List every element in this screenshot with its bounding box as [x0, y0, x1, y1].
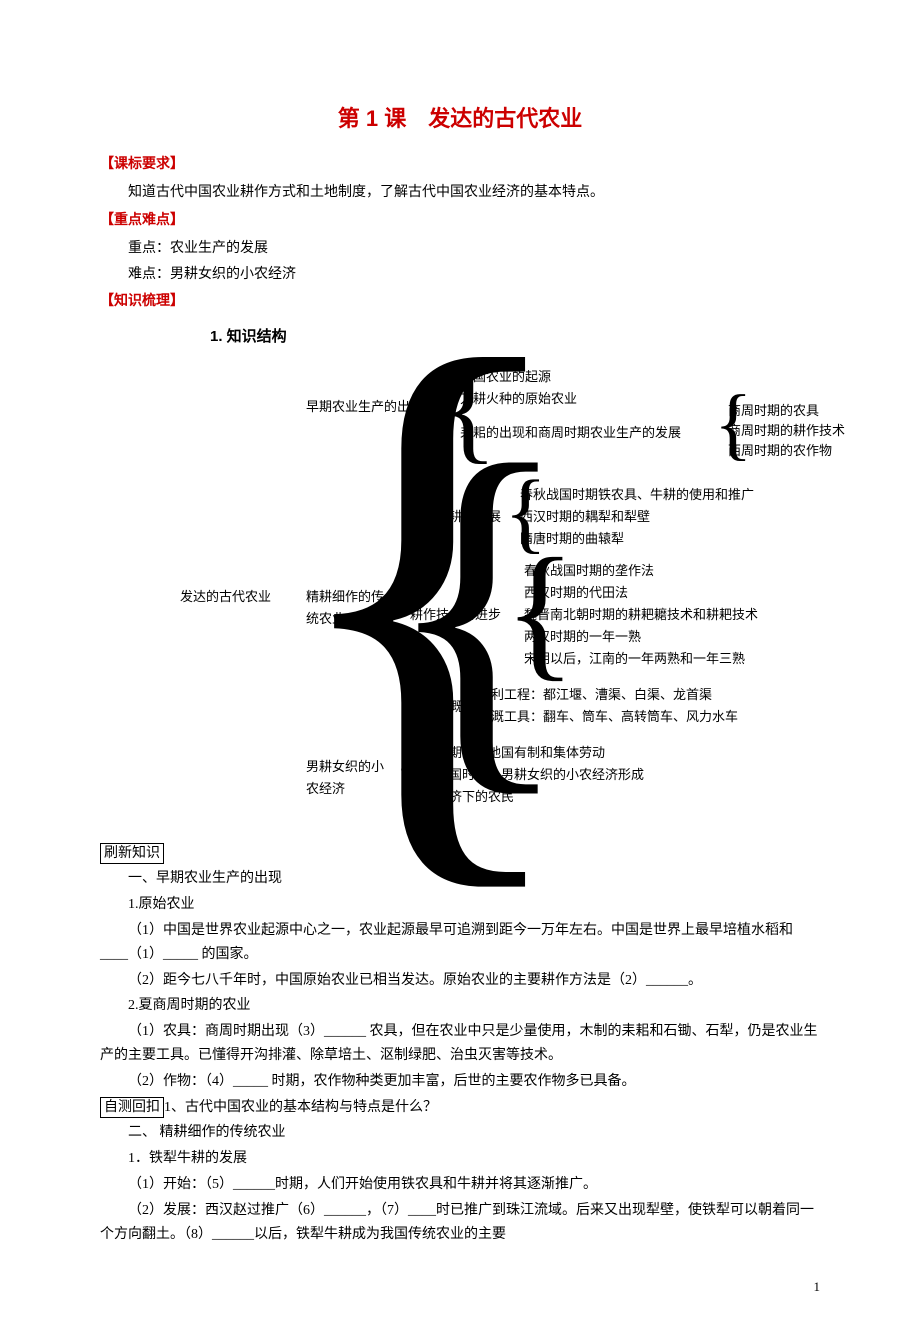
kebiao-body: 知道古代中国农业耕作方式和土地制度，了解古代中国农业经济的基本特点。: [100, 181, 820, 205]
struct-c1: 商周时期的土地国有制和集体劳动: [410, 742, 605, 764]
self-test-question: 1、古代中国农业的基本结构与特点是什么？: [164, 1100, 437, 1115]
struct-b1: 铁犁牛耕的发展: [410, 506, 501, 528]
struct-b2-4: 两汉时期的一年一熟: [524, 626, 641, 648]
struct-b1-1: 春秋战国时期铁农具、牛耕的使用和推广: [520, 484, 754, 506]
struct-b2-1: 春秋战国时期的垄作法: [524, 560, 654, 582]
struct-c3: 小农经济下的农民: [410, 786, 514, 808]
struct-b: 精耕细作的传统农业: [306, 586, 386, 630]
refresh-h2: 二、 精耕细作的传统农业: [100, 1121, 820, 1145]
struct-b2-2: 西汉时期的代田法: [524, 582, 628, 604]
refresh-p3: （1）农具：商周时期出现（3）______ 农具，但在农业中只是少量使用，木制的…: [100, 1020, 820, 1068]
self-test-block: 自测回扣1、古代中国农业的基本结构与特点是什么？: [100, 1096, 820, 1120]
struct-b2-5: 宋朝以后，江南的一年两熟和一年三熟: [524, 648, 745, 670]
struct-b3: 水利灌溉: [410, 696, 462, 718]
section-heading-kebiao: 【课标要求】: [100, 153, 820, 177]
page-number: 1: [100, 1276, 820, 1298]
knowledge-structure-diagram: 发达的古代农业 { 早期农业生产的出现 { 中国农业的起源 刀耕火种的原始农业 …: [120, 356, 860, 836]
struct-b3-2: 灌溉工具：翻车、筒车、高转筒车、风力水车: [478, 706, 738, 728]
refresh-p4: （2）作物：（4）_____ 时期，农作物种类更加丰富，后世的主要农作物多已具备…: [100, 1070, 820, 1094]
struct-b1-2: 西汉时期的耦犁和犁壁: [520, 506, 650, 528]
document-page: 第 1 课 发达的古代农业 【课标要求】 知道古代中国农业耕作方式和土地制度，了…: [50, 0, 870, 1339]
self-test-label-box: 自测回扣: [100, 1097, 164, 1119]
refresh-p5: （1）开始：（5）______时期，人们开始使用铁农具和牛耕并将其逐渐推广。: [100, 1173, 820, 1197]
refresh-h1-2: 2.夏商周时期的农业: [100, 994, 820, 1018]
section-heading-zhongdian: 【重点难点】: [100, 209, 820, 233]
struct-a3-3: 西周时期的农作物: [728, 440, 832, 462]
struct-b3-1: 水利工程：都江堰、漕渠、白渠、龙首渠: [478, 684, 712, 706]
refresh-p6: （2）发展：西汉赵过推广（6）______，（7）____时已推广到珠江流域。后…: [100, 1199, 820, 1247]
struct-a3-2: 商周时期的耕作技术: [728, 420, 845, 442]
refresh-h2-1: 1．铁犁牛耕的发展: [100, 1147, 820, 1171]
struct-b2-3: 魏晋南北朝时期的耕耙耱技术和耕耙技术: [524, 604, 758, 626]
refresh-label-box: 刷新知识: [100, 843, 164, 865]
struct-root: 发达的古代农业: [180, 586, 271, 608]
struct-c: 男耕女织的小农经济: [306, 756, 396, 800]
struct-a3-1: 商周时期的农具: [728, 400, 819, 422]
lesson-title: 第 1 课 发达的古代农业: [100, 100, 820, 137]
refresh-p2: （2）距今七八千年时，中国原始农业已相当发达。原始农业的主要耕作方法是（2）__…: [100, 969, 820, 993]
struct-c2: 春秋战国时期，男耕女织的小农经济形成: [410, 764, 644, 786]
struct-b2: 耕作技术的进步: [410, 604, 501, 626]
